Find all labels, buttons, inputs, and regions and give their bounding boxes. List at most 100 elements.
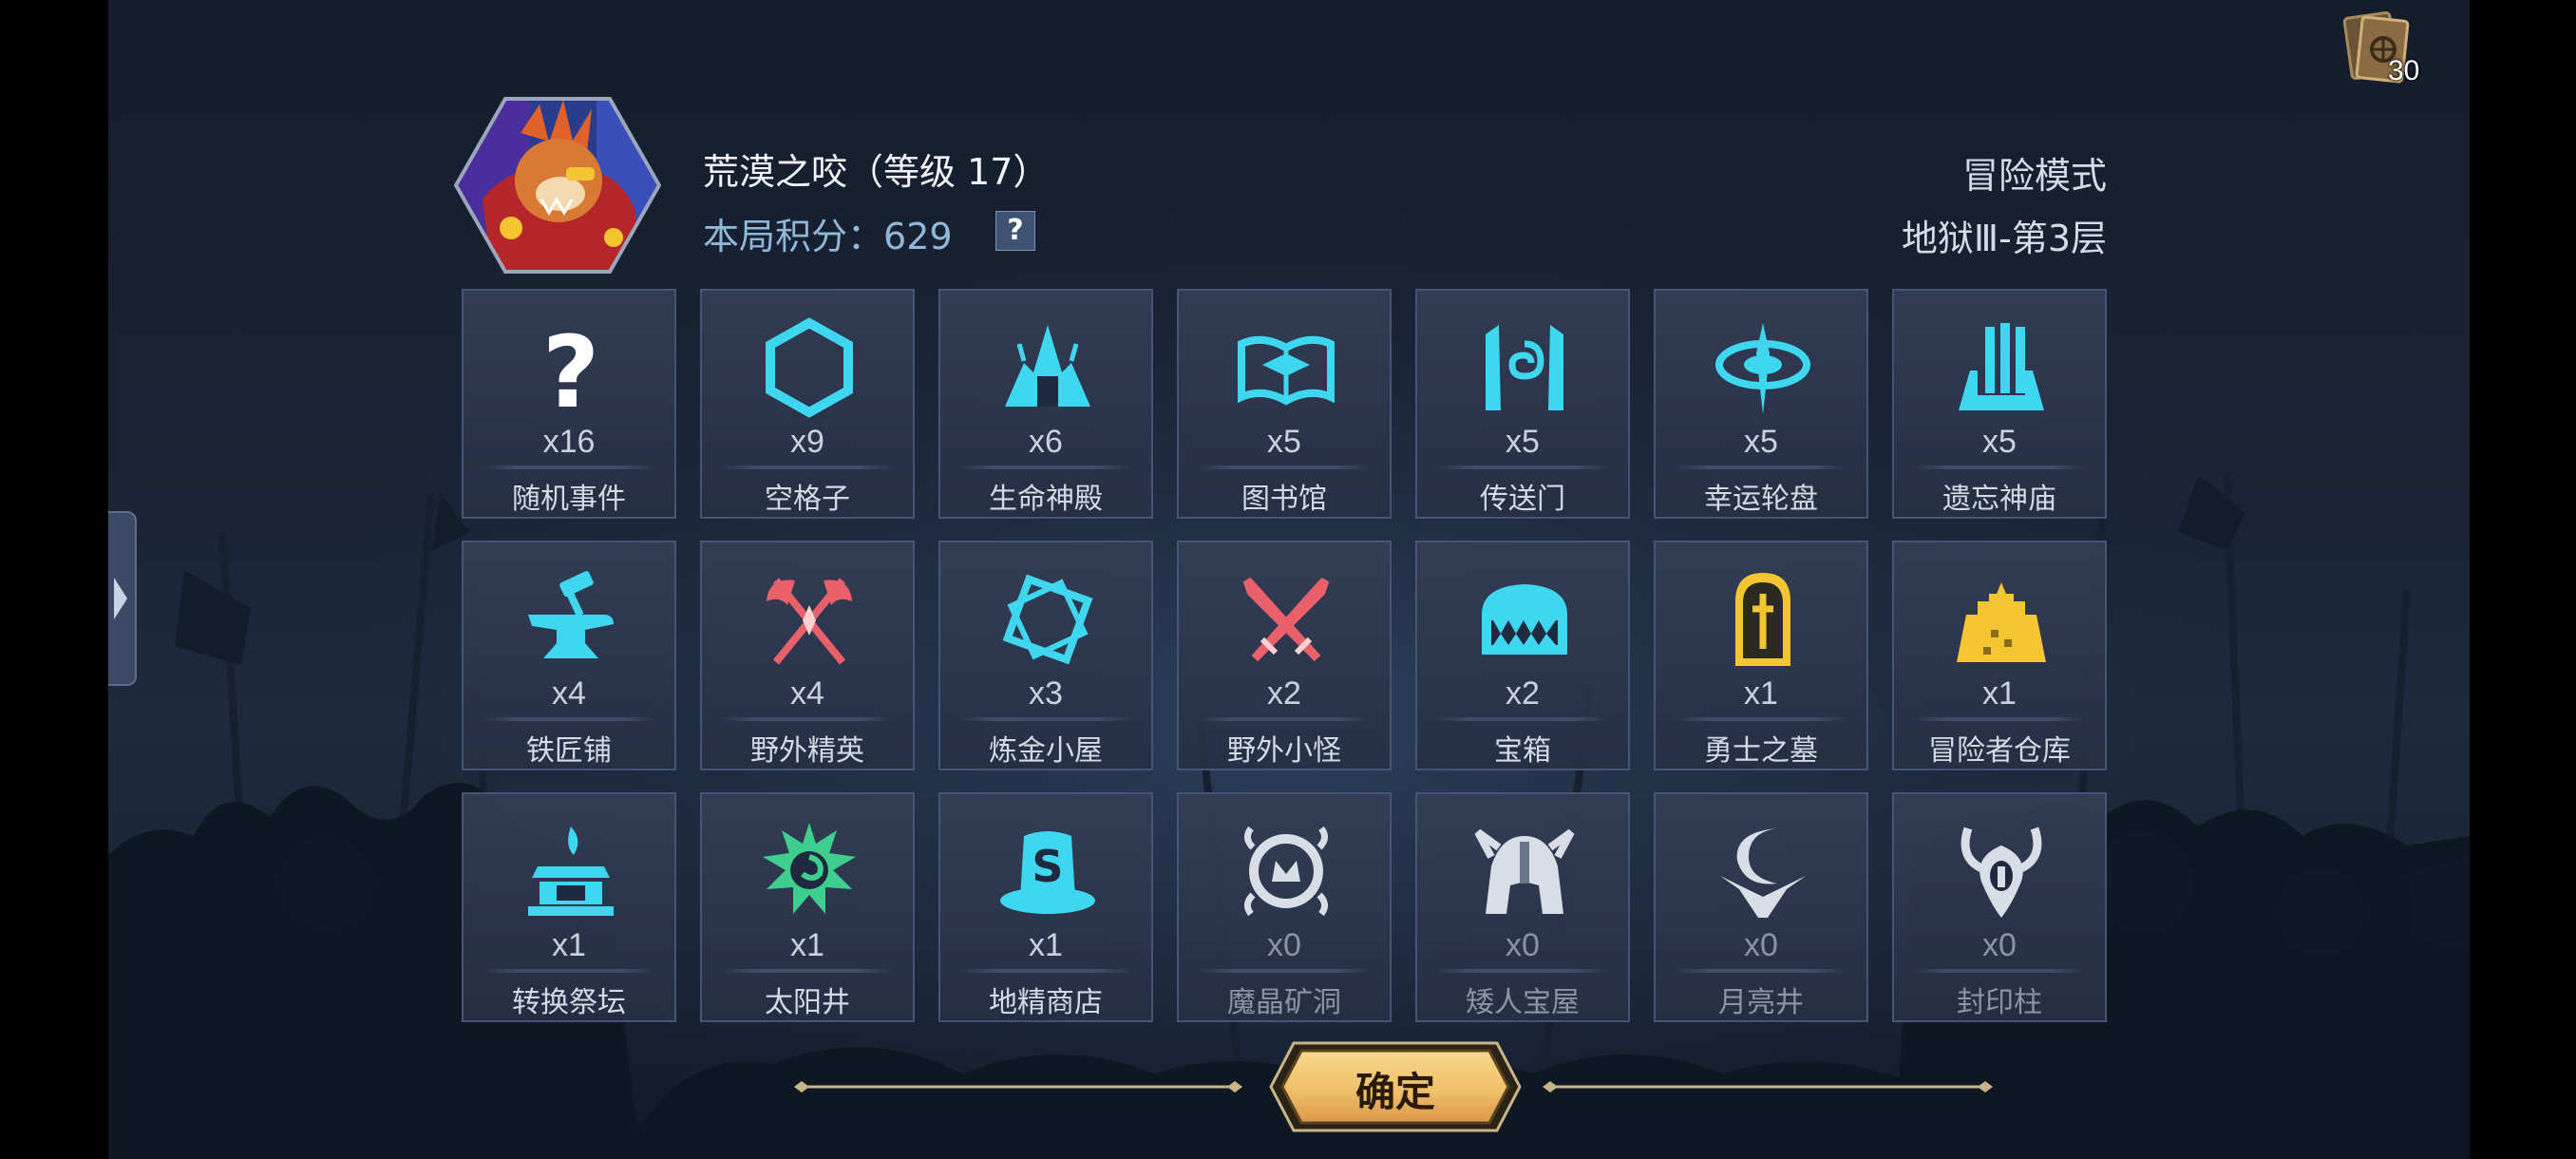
tile-dwarf-treasure-house[interactable]: x0 矮人宝屋: [1415, 792, 1630, 1022]
divider: [1675, 969, 1847, 973]
tile-name: 生命神殿: [989, 483, 1103, 516]
tile-name: 遗忘神庙: [1942, 483, 2056, 516]
tile-name: 地精商店: [989, 986, 1103, 1019]
stage-label: 地狱Ⅲ-第3层: [1901, 218, 2107, 259]
crossed-axes-icon: [757, 567, 862, 672]
mimic-chest-icon: [1472, 567, 1577, 672]
divider: [959, 466, 1132, 469]
crystal-mine-icon: [1234, 819, 1338, 923]
score-help-icon[interactable]: ?: [995, 211, 1035, 251]
tile-count: x5: [1744, 424, 1778, 460]
hero-avatar-image: [453, 97, 662, 274]
divider: [1198, 969, 1371, 973]
tile-warrior-tomb[interactable]: x1 勇士之墓: [1654, 541, 1868, 770]
tile-field-elite[interactable]: x4 野外精英: [700, 541, 915, 770]
forgotten-temple-icon: [1949, 315, 2054, 420]
tile-treasure-chest[interactable]: x2 宝箱: [1415, 541, 1630, 770]
divider: [1913, 969, 2086, 973]
tile-count: x5: [1506, 424, 1540, 460]
tile-count: x1: [1744, 675, 1778, 712]
tile-blacksmith[interactable]: x4 铁匠铺: [462, 541, 676, 770]
score-row: 本局积分：629: [703, 207, 953, 259]
tile-alchemy-hut[interactable]: x3 炼金小屋: [938, 541, 1153, 770]
hero-name-level: 荒漠之咬（等级 17）: [703, 151, 1050, 193]
tile-name: 转换祭坛: [512, 986, 626, 1019]
tile-name: 矮人宝屋: [1466, 986, 1580, 1019]
divider: [959, 717, 1132, 721]
tile-empty-space[interactable]: x9 空格子: [700, 289, 915, 519]
lucky-wheel-icon: [1711, 315, 1815, 420]
svg-text:?: ?: [542, 315, 599, 420]
screen: 30 荒漠之咬（等级 17） 本局积分：629 ? 冒险模式 地狱Ⅲ-第3层 ?…: [0, 0, 2576, 1159]
divider: [959, 969, 1132, 973]
tile-lucky-wheel[interactable]: x5 幸运轮盘: [1654, 289, 1868, 519]
decorative-line-right: [1543, 1081, 1993, 1092]
crossed-swords-icon: [1234, 567, 1338, 672]
confirm-button[interactable]: 确定: [1269, 1041, 1522, 1132]
tile-conversion-altar[interactable]: x1 转换祭坛: [462, 792, 676, 1022]
tile-name: 空格子: [765, 483, 850, 516]
tile-goblin-shop[interactable]: S x1 地精商店: [938, 792, 1153, 1022]
tile-portal[interactable]: x5 传送门: [1415, 289, 1630, 519]
castle-warehouse-icon: [1949, 567, 2054, 672]
tile-random-event[interactable]: ? x16 随机事件: [462, 289, 676, 519]
tile-name: 冒险者仓库: [1928, 734, 2071, 768]
chevron-right-icon: [114, 578, 127, 619]
tile-count: x0: [1744, 927, 1778, 963]
hexagon-icon: [757, 315, 862, 420]
tile-name: 图书馆: [1241, 483, 1327, 516]
divider: [1198, 466, 1371, 469]
tile-name: 魔晶矿洞: [1227, 986, 1341, 1019]
tile-count: x1: [1029, 927, 1063, 963]
confirm-label: 确定: [1354, 1069, 1435, 1115]
divider: [483, 969, 655, 973]
open-book-icon: [1234, 315, 1338, 420]
tile-name: 野外精英: [750, 734, 864, 768]
divider: [483, 466, 655, 469]
tile-sun-well[interactable]: x1 太阳井: [700, 792, 915, 1022]
divider: [721, 717, 894, 721]
tile-count: x5: [1267, 424, 1301, 460]
game-view: 30 荒漠之咬（等级 17） 本局积分：629 ? 冒险模式 地狱Ⅲ-第3层 ?…: [108, 0, 2470, 1159]
tile-count: x2: [1267, 675, 1301, 712]
tile-adventurer-warehouse[interactable]: x1 冒险者仓库: [1892, 541, 2107, 770]
tile-name: 炼金小屋: [989, 734, 1103, 768]
tile-count: x1: [1982, 675, 2017, 712]
tile-name: 勇士之墓: [1704, 734, 1818, 768]
divider: [721, 466, 894, 469]
tile-seal-pillar[interactable]: x0 封印柱: [1892, 792, 2107, 1022]
anvil-hammer-icon: [519, 567, 623, 672]
divider: [483, 717, 655, 721]
tile-count: x3: [1029, 675, 1063, 712]
divider: [1436, 717, 1609, 721]
tombstone-icon: [1711, 567, 1815, 672]
tile-name: 传送门: [1480, 483, 1565, 516]
portal-gate-icon: [1472, 315, 1577, 420]
tile-count: x16: [542, 424, 596, 460]
tile-name: 随机事件: [512, 483, 626, 516]
score-label: 本局积分：: [703, 216, 884, 257]
divider: [1675, 466, 1847, 469]
tile-forgotten-temple[interactable]: x5 遗忘神庙: [1892, 289, 2107, 519]
tile-count: x9: [790, 424, 824, 460]
tile-field-minion[interactable]: x2 野外小怪: [1177, 541, 1392, 770]
moon-well-icon: [1711, 819, 1815, 923]
tile-library[interactable]: x5 图书馆: [1177, 289, 1392, 519]
tile-name: 幸运轮盘: [1704, 483, 1818, 516]
divider: [721, 969, 894, 973]
tile-crystal-mine[interactable]: x0 魔晶矿洞: [1177, 792, 1392, 1022]
tile-count: x4: [790, 675, 824, 712]
tile-count: x1: [552, 927, 586, 963]
decorative-line-left: [794, 1081, 1242, 1092]
tile-count: x5: [1982, 424, 2017, 460]
hero-portrait[interactable]: [453, 95, 662, 276]
tile-count: x1: [790, 927, 824, 963]
tile-count: x0: [1267, 927, 1301, 963]
side-panel-toggle[interactable]: [108, 511, 137, 686]
tile-count: x4: [552, 675, 586, 712]
tile-name: 封印柱: [1957, 986, 2042, 1019]
tile-life-temple[interactable]: x6 生命神殿: [938, 289, 1153, 519]
score-value: 629: [883, 216, 953, 257]
divider: [1913, 466, 2086, 469]
tile-moon-well[interactable]: x0 月亮井: [1654, 792, 1868, 1022]
